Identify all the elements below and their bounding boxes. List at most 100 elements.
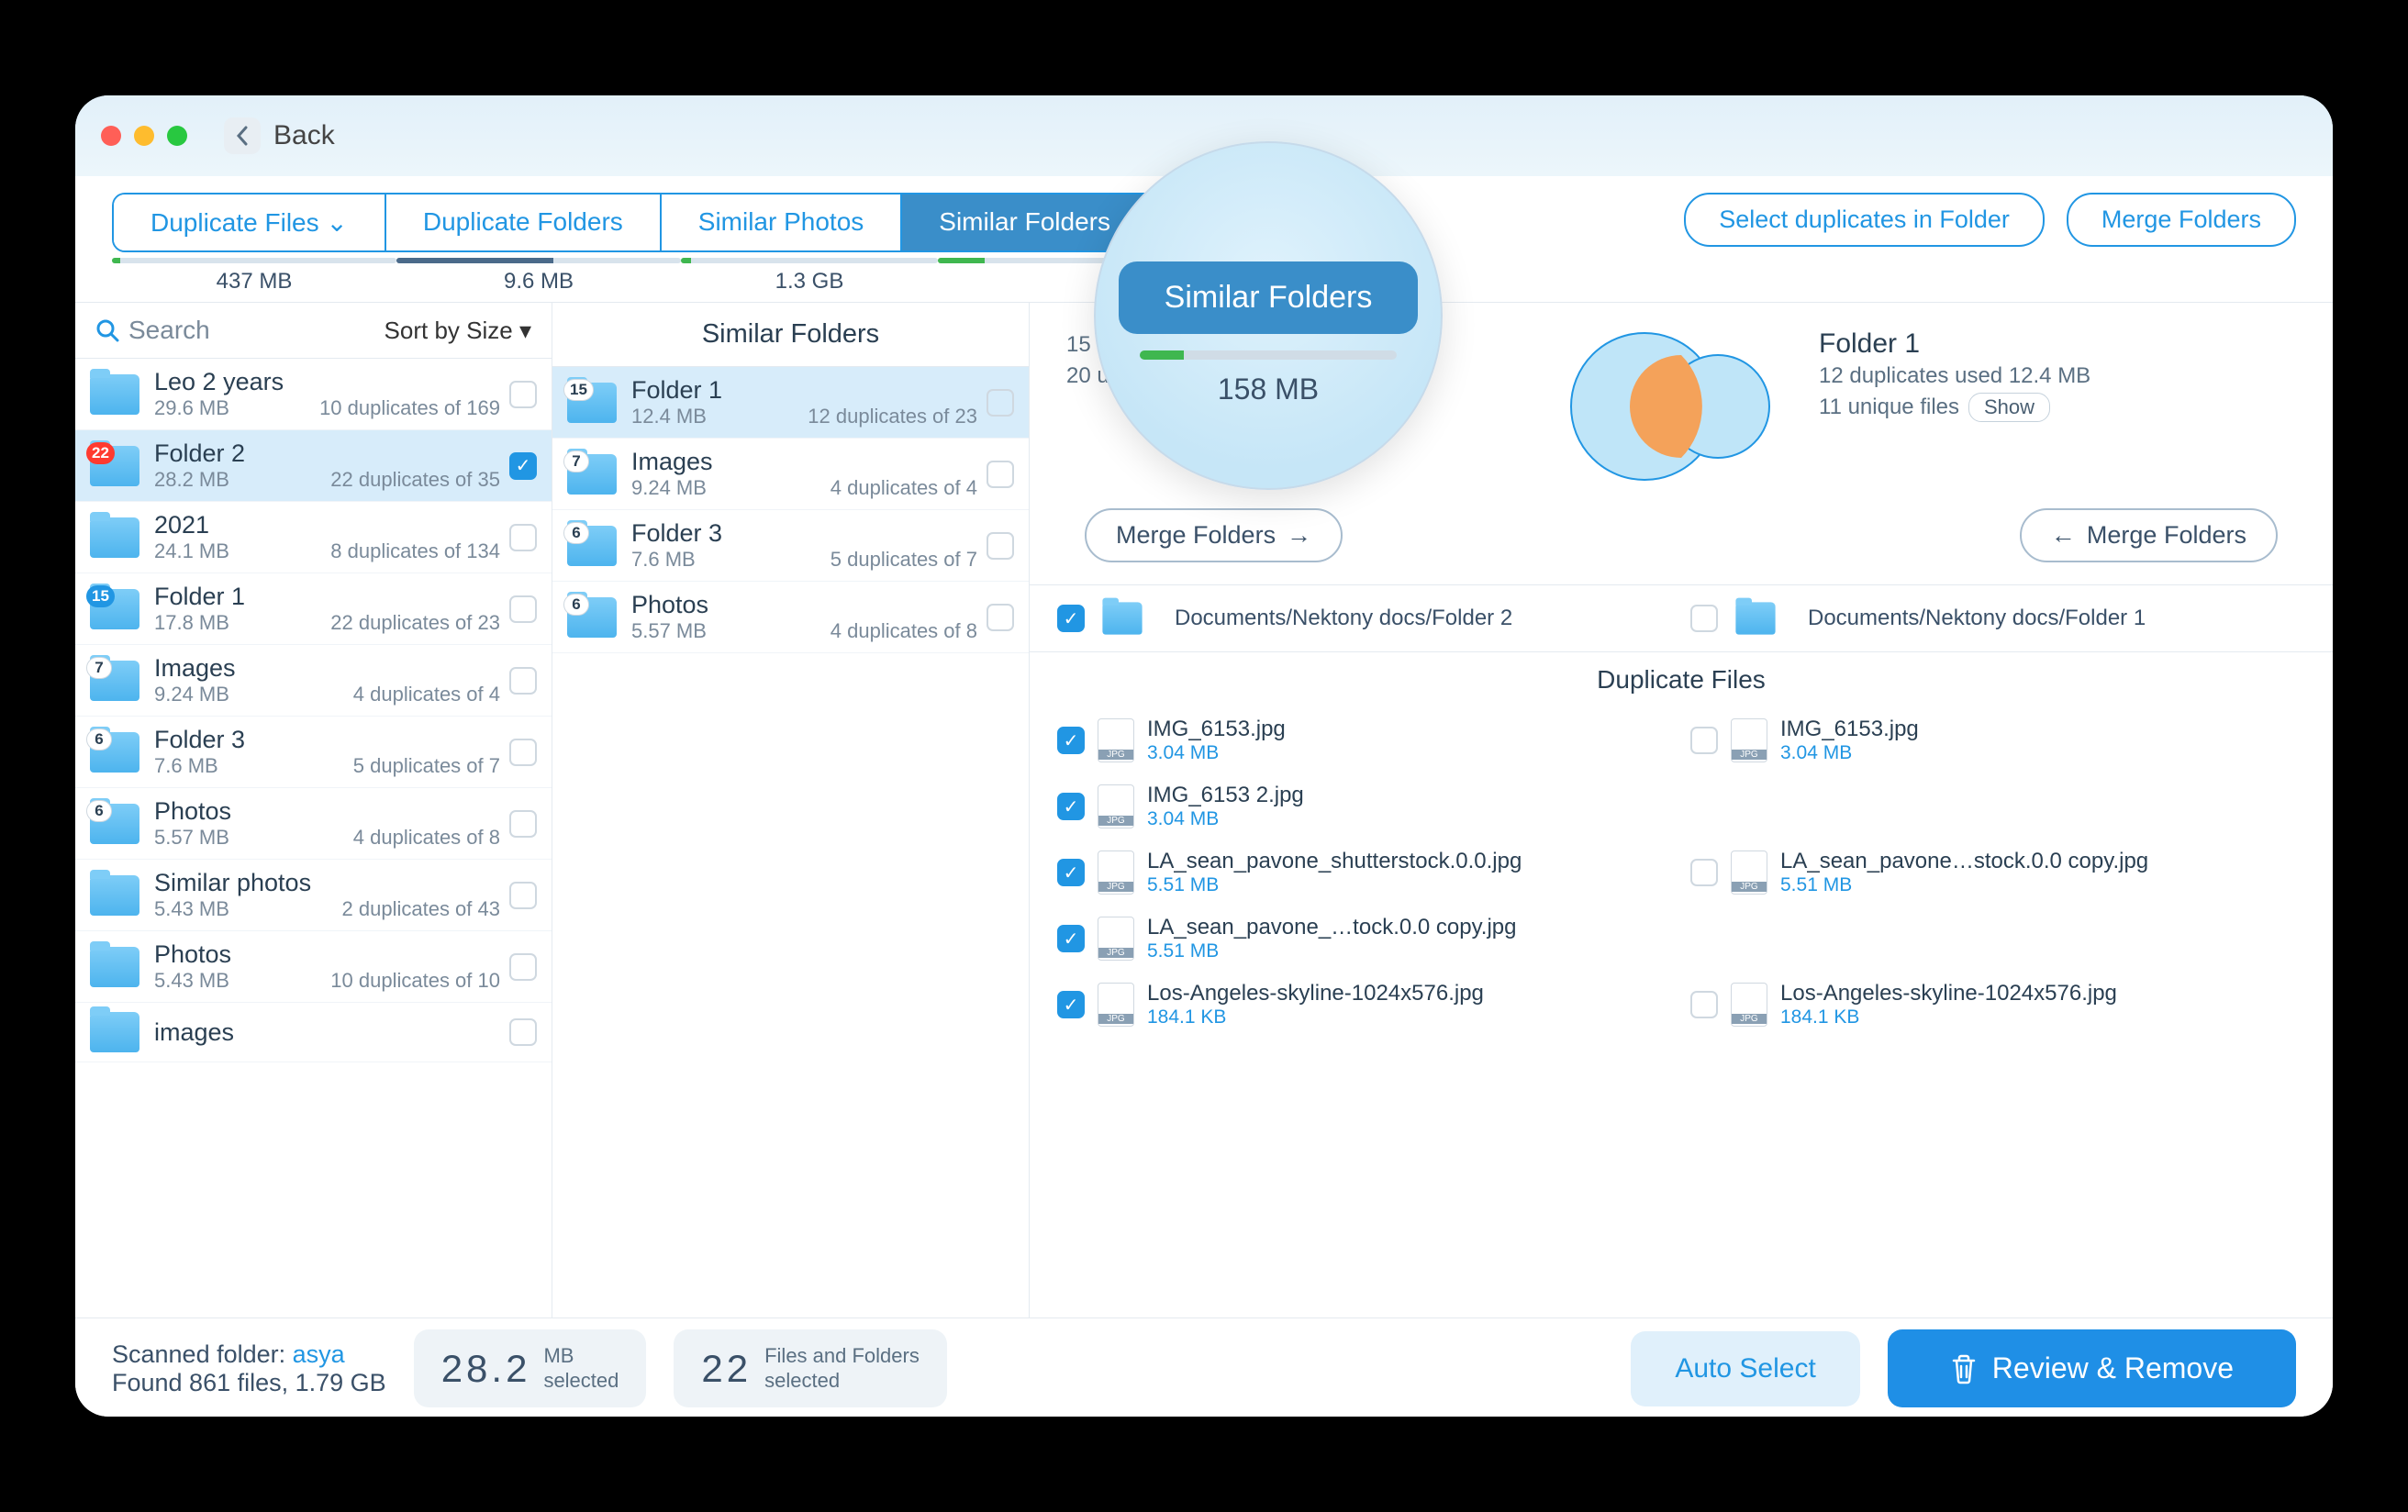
item-checkbox[interactable] [987, 604, 1014, 631]
tab-duplicate-folders[interactable]: Duplicate Folders [386, 195, 662, 250]
list-item[interactable]: 7Images9.24 MB4 duplicates of 4 [552, 439, 1029, 510]
tab-duplicate-files[interactable]: Duplicate Files ⌄ [114, 195, 386, 250]
select-duplicates-button[interactable]: Select duplicates in Folder [1684, 193, 2045, 247]
file-icon [1098, 718, 1134, 762]
folder-dupes: 5 duplicates of 7 [831, 548, 977, 572]
file-size: 184.1 KB [1780, 1006, 2117, 1028]
footer: Scanned folder: asya Found 861 files, 1.… [75, 1317, 2333, 1417]
file-name: IMG_6153.jpg [1780, 717, 1919, 742]
show-button[interactable]: Show [1968, 393, 2050, 422]
merge-left-button[interactable]: Merge Folders → [1085, 508, 1343, 562]
duplicate-files-title: Duplicate Files [1030, 652, 2333, 707]
path-row: ✓ Documents/Nektony docs/Folder 2 Docume… [1030, 584, 2333, 652]
item-checkbox[interactable] [509, 524, 537, 551]
folder-icon [90, 875, 139, 916]
selected-count-box: 22 Files and Foldersselected [674, 1329, 946, 1407]
list-item[interactable]: 6Folder 37.6 MB5 duplicates of 7 [552, 510, 1029, 582]
folder-size: 5.43 MB [154, 969, 229, 993]
list-item[interactable]: 15Folder 112.4 MB12 duplicates of 23 [552, 367, 1029, 439]
item-checkbox[interactable] [509, 667, 537, 695]
file-icon [1098, 983, 1134, 1027]
file-size: 5.51 MB [1780, 874, 2148, 896]
review-remove-button[interactable]: Review & Remove [1888, 1329, 2296, 1407]
list-item[interactable]: Leo 2 years29.6 MB10 duplicates of 169 [75, 359, 552, 430]
arrow-right-icon: → [1287, 521, 1311, 550]
file-checkbox[interactable]: ✓ [1057, 859, 1085, 886]
close-icon[interactable] [101, 126, 121, 146]
path-checkbox[interactable]: ✓ [1057, 605, 1085, 632]
back-button[interactable]: Back [224, 117, 335, 154]
item-checkbox[interactable] [987, 389, 1014, 417]
file-name: IMG_6153.jpg [1147, 717, 1286, 742]
folder-dupes: 12 duplicates of 23 [808, 405, 977, 428]
count-badge: 7 [563, 450, 589, 472]
magnifier-overlay: Similar Folders 158 MB [1094, 141, 1443, 490]
list-item[interactable]: 202124.1 MB8 duplicates of 134 [75, 502, 552, 573]
item-checkbox[interactable] [509, 882, 537, 909]
folder-icon: 22 [90, 446, 139, 486]
file-checkbox[interactable]: ✓ [1057, 925, 1085, 952]
folder-icon [90, 947, 139, 987]
search-placeholder: Search [128, 316, 210, 345]
merge-folders-button[interactable]: Merge Folders [2067, 193, 2296, 247]
item-checkbox[interactable] [509, 595, 537, 623]
file-size: 3.04 MB [1147, 808, 1304, 830]
file-name: Los-Angeles-skyline-1024x576.jpg [1780, 981, 2117, 1006]
file-checkbox[interactable] [1690, 991, 1718, 1018]
folder-dupes: 2 duplicates of 43 [342, 897, 500, 921]
path-right: Documents/Nektony docs/Folder 1 [1681, 598, 2314, 639]
list-item[interactable]: 7Images9.24 MB4 duplicates of 4 [75, 645, 552, 717]
item-checkbox[interactable] [509, 1018, 537, 1046]
list-item[interactable]: images [75, 1003, 552, 1062]
list-item[interactable]: 6Photos5.57 MB4 duplicates of 8 [552, 582, 1029, 653]
file-checkbox[interactable] [1690, 859, 1718, 886]
unique-line: 11 unique filesShow [1819, 393, 2296, 422]
similar-folder-list[interactable]: 15Folder 112.4 MB12 duplicates of 237Ima… [552, 367, 1029, 1317]
item-checkbox[interactable] [509, 739, 537, 766]
item-checkbox[interactable] [987, 532, 1014, 560]
count-badge: 6 [86, 728, 112, 750]
count-badge: 22 [86, 442, 115, 464]
file-checkbox[interactable]: ✓ [1057, 991, 1085, 1018]
panel-title: Similar Folders [552, 303, 1029, 367]
path-checkbox[interactable] [1690, 605, 1718, 632]
sort-dropdown[interactable]: Sort by Size ▾ [385, 317, 531, 345]
folder-size: 5.57 MB [154, 826, 229, 850]
maximize-icon[interactable] [167, 126, 187, 146]
folder-dupes: 10 duplicates of 169 [319, 396, 500, 420]
folder-sidebar: Search Sort by Size ▾ Leo 2 years29.6 MB… [75, 303, 552, 1317]
folder-size: 7.6 MB [154, 754, 218, 778]
file-size: 184.1 KB [1147, 1006, 1484, 1028]
item-checkbox[interactable] [509, 810, 537, 838]
compare-right-title: Folder 1 [1819, 328, 2296, 360]
tab-similar-photos[interactable]: Similar Photos [662, 195, 903, 250]
search-input[interactable]: Search [95, 316, 210, 345]
list-item[interactable]: 6Photos5.57 MB4 duplicates of 8 [75, 788, 552, 860]
folder-list[interactable]: Leo 2 years29.6 MB10 duplicates of 16922… [75, 359, 552, 1317]
folder-icon [1102, 602, 1142, 634]
file-checkbox[interactable]: ✓ [1057, 793, 1085, 820]
path-text: Documents/Nektony docs/Folder 2 [1175, 606, 1512, 631]
folder-name: Folder 3 [631, 519, 977, 548]
list-item[interactable]: 6Folder 37.6 MB5 duplicates of 7 [75, 717, 552, 788]
minimize-icon[interactable] [134, 126, 154, 146]
file-checkbox[interactable]: ✓ [1057, 727, 1085, 754]
auto-select-button[interactable]: Auto Select [1631, 1331, 1859, 1406]
merge-right-button[interactable]: ← Merge Folders [2020, 508, 2278, 562]
list-item[interactable]: Photos5.43 MB10 duplicates of 10 [75, 931, 552, 1003]
file-checkbox[interactable] [1690, 727, 1718, 754]
list-item[interactable]: Similar photos5.43 MB2 duplicates of 43 [75, 860, 552, 931]
list-item[interactable]: 15Folder 117.8 MB22 duplicates of 23 [75, 573, 552, 645]
list-item[interactable]: 22Folder 228.2 MB22 duplicates of 35✓ [75, 430, 552, 502]
file-list[interactable]: ✓IMG_6153.jpg3.04 MBIMG_6153.jpg3.04 MB✓… [1030, 707, 2333, 1317]
item-checkbox[interactable]: ✓ [509, 452, 537, 480]
search-row: Search Sort by Size ▾ [75, 303, 552, 359]
item-checkbox[interactable] [987, 461, 1014, 488]
selected-size-box: 28.2 MBselected [414, 1329, 647, 1407]
file-row: ✓LA_sean_pavone_shutterstock.0.0.jpg5.51… [1030, 839, 2333, 906]
count-badge: 15 [563, 379, 594, 401]
file-icon [1098, 784, 1134, 828]
item-checkbox[interactable] [509, 381, 537, 408]
item-checkbox[interactable] [509, 953, 537, 981]
folder-name: images [154, 1018, 500, 1047]
